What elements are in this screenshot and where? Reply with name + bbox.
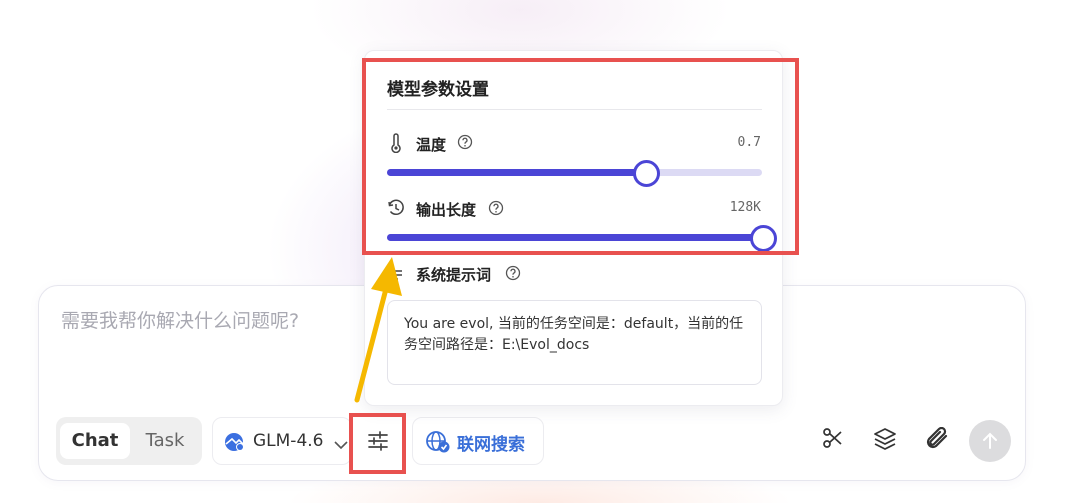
sliders-icon [368, 431, 388, 451]
mode-toggle: Chat Task [56, 417, 202, 465]
temperature-slider-thumb[interactable] [632, 160, 660, 187]
output-length-slider-thumb[interactable] [750, 225, 777, 252]
panel-divider [387, 109, 762, 110]
mode-task-button[interactable]: Task [132, 423, 198, 459]
temperature-value: 0.7 [737, 135, 761, 150]
system-prompt-label: 系统提示词 [416, 266, 492, 284]
arrow-up-icon [983, 432, 997, 449]
text-lines-icon [389, 267, 403, 287]
history-icon [387, 199, 405, 221]
temperature-slider[interactable] [387, 160, 762, 187]
send-button[interactable] [969, 420, 1011, 462]
model-params-panel: 模型参数设置 温度 0.7 输出长度 128K 系统提示词 You are ev… [364, 50, 783, 406]
temperature-slider-fill [387, 169, 645, 176]
web-search-label: 联网搜索 [457, 435, 525, 455]
output-length-slider-fill [387, 234, 762, 241]
mode-chat-button[interactable]: Chat [60, 423, 130, 459]
globe-check-icon [425, 430, 451, 458]
layers-icon[interactable] [873, 427, 897, 455]
paperclip-icon[interactable] [925, 426, 951, 455]
thermometer-icon [389, 133, 403, 157]
web-search-button[interactable]: 联网搜索 [412, 417, 544, 465]
panel-title: 模型参数设置 [387, 80, 489, 100]
output-length-slider[interactable] [387, 225, 777, 252]
model-settings-button[interactable] [352, 417, 404, 465]
model-name: GLM-4.6 [253, 431, 324, 451]
prompt-input[interactable]: 需要我帮你解决什么问题呢? [61, 306, 299, 333]
output-length-value: 128K [729, 200, 761, 215]
temperature-label: 温度 [416, 136, 447, 154]
question-circle-icon[interactable] [505, 265, 521, 285]
chevron-down-icon [334, 435, 348, 454]
system-prompt-textarea[interactable]: You are evol, 当前的任务空间是：default，当前的任务空间路径… [387, 300, 762, 385]
output-length-label: 输出长度 [416, 201, 477, 219]
question-circle-icon[interactable] [488, 200, 504, 220]
model-logo-icon [224, 432, 246, 456]
scissors-icon[interactable] [822, 427, 844, 453]
model-select[interactable]: GLM-4.6 [212, 417, 352, 465]
question-circle-icon[interactable] [457, 134, 473, 154]
